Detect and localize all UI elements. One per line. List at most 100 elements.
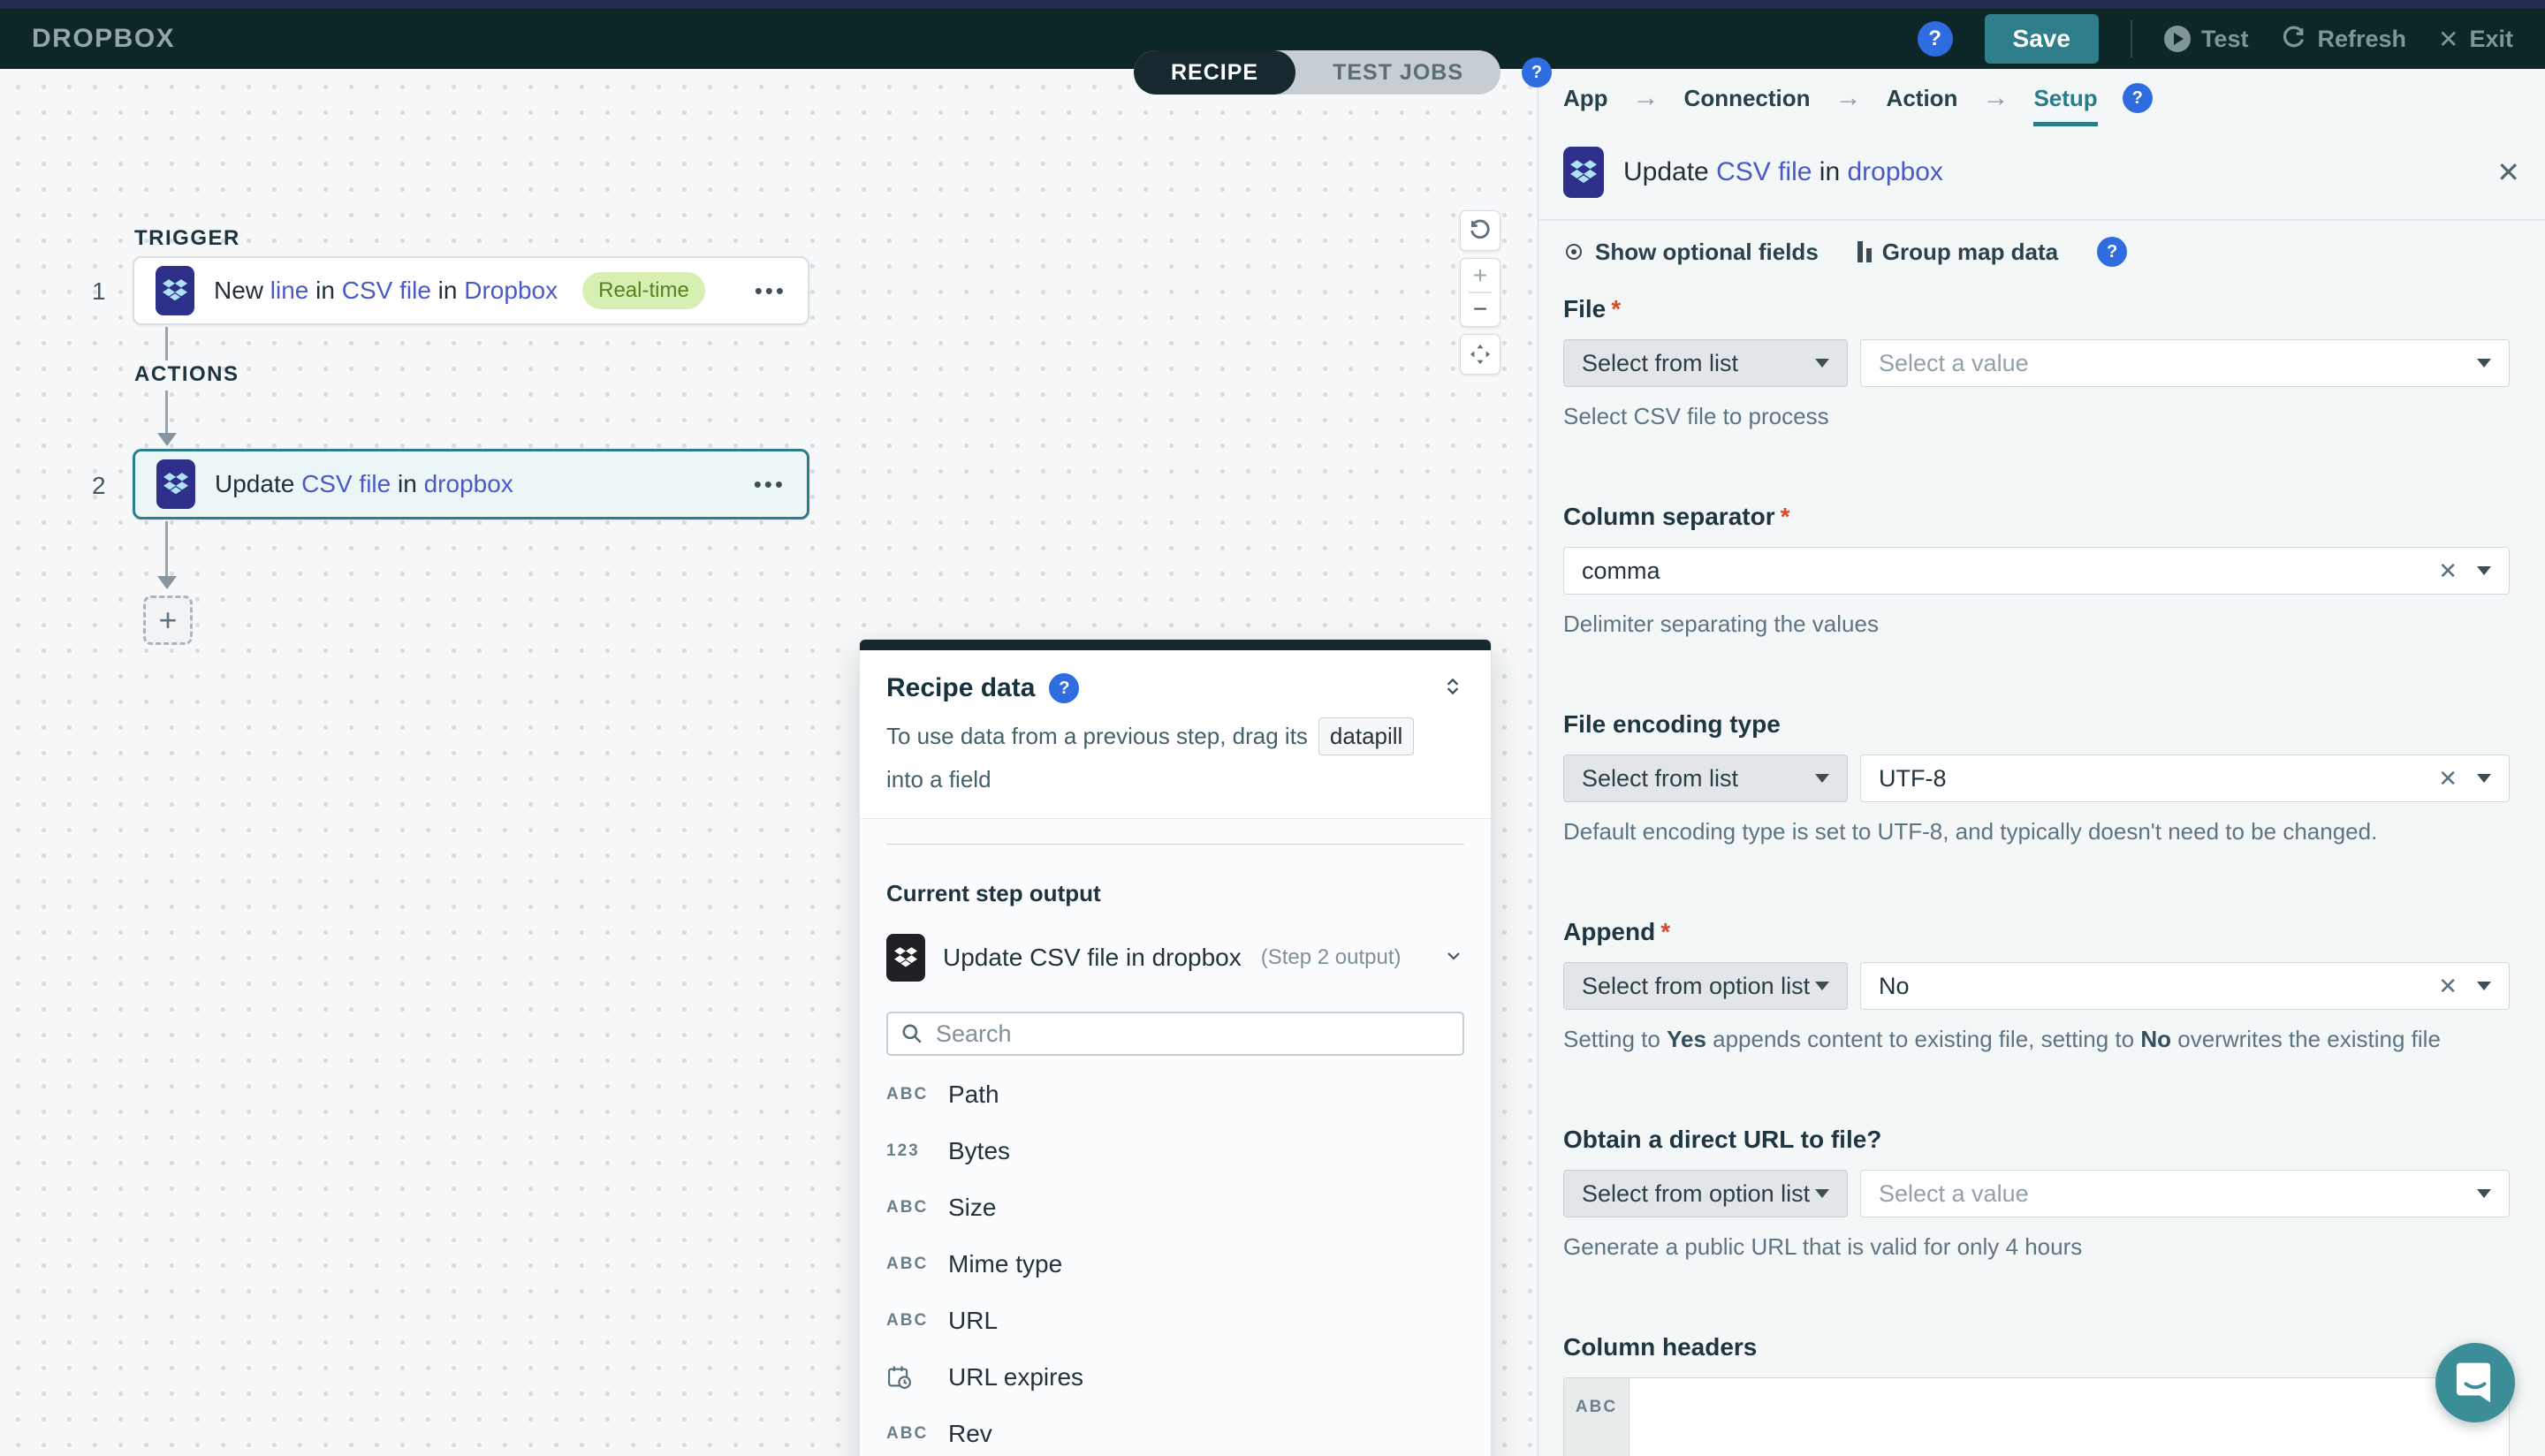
tab-test-jobs[interactable]: TEST JOBS	[1295, 50, 1500, 95]
chevron-down-icon	[1443, 945, 1464, 971]
append-value-select[interactable]: No ✕	[1860, 962, 2510, 1010]
field-label: File encoding type	[1563, 710, 1781, 738]
field-direct-url: Obtain a direct URL to file? Select from…	[1563, 1126, 2510, 1261]
breadcrumb-action[interactable]: Action	[1887, 85, 1958, 112]
options-help-icon[interactable]: ?	[2097, 237, 2128, 267]
group-map-data-button[interactable]: Group map data	[1857, 239, 2058, 266]
encoding-value-select[interactable]: UTF-8 ✕	[1860, 755, 2510, 802]
header-divider	[2130, 20, 2132, 57]
close-panel-button[interactable]: ✕	[2496, 155, 2520, 189]
refresh-icon	[2283, 26, 2305, 48]
caret-down-icon	[2477, 359, 2491, 368]
field-label: Column headers	[1563, 1333, 1758, 1361]
add-step-button[interactable]: +	[143, 595, 193, 645]
datapill-url-expires[interactable]: URL expires	[886, 1349, 1464, 1406]
clear-icon[interactable]: ✕	[2438, 557, 2458, 585]
step1-menu-button[interactable]: •••	[755, 277, 786, 305]
caret-down-icon	[2477, 566, 2491, 575]
action-step-title: Update CSV file in dropbox	[215, 470, 513, 497]
reset-view-button[interactable]	[1460, 210, 1500, 251]
recipe-data-header: Recipe data ? To use data from a previou…	[860, 650, 1491, 819]
required-marker: *	[1660, 918, 1671, 945]
trigger-section-label: TRIGGER	[134, 226, 240, 250]
datapill-mime-type[interactable]: ABC Mime type	[886, 1236, 1464, 1293]
caret-down-icon	[1815, 359, 1829, 368]
group-map-data-icon	[1857, 241, 1872, 262]
current-step-output-row[interactable]: Update CSV file in dropbox (Step 2 outpu…	[886, 934, 1464, 982]
datapill-list: ABC Path 123 Bytes ABC Size ABC Mime typ…	[886, 1066, 1464, 1456]
tabs-help-icon[interactable]: ?	[1522, 57, 1553, 87]
field-help: Setting to Yes appends content to existi…	[1563, 1026, 2441, 1052]
field-file: File * Select from list Select a value Se…	[1563, 295, 2510, 430]
step2-menu-button[interactable]: •••	[754, 471, 786, 498]
breadcrumb-app[interactable]: App	[1563, 85, 1608, 112]
column-separator-input[interactable]: comma ✕	[1563, 547, 2510, 595]
help-icon[interactable]: ?	[1917, 21, 1953, 57]
required-marker: *	[1780, 503, 1790, 530]
arrow-right-icon: →	[1632, 83, 1660, 112]
caret-down-icon	[1815, 982, 1829, 990]
zoom-divider	[1469, 292, 1492, 293]
abc-type-icon: ABC	[886, 1424, 929, 1443]
reset-view-icon	[1470, 219, 1490, 239]
breadcrumb-help-icon[interactable]: ?	[2122, 83, 2153, 113]
breadcrumb-setup[interactable]: Setup	[2033, 85, 2098, 126]
file-value-select[interactable]: Select a value	[1860, 339, 2510, 387]
caret-down-icon	[2477, 1189, 2491, 1198]
action-step-card[interactable]: Update CSV file in dropbox •••	[133, 449, 809, 519]
setup-title-row: Update CSV file in dropbox ✕	[1538, 124, 2545, 219]
datapill-rev[interactable]: ABC Rev	[886, 1406, 1464, 1456]
step2-number: 2	[92, 472, 106, 499]
collapse-expand-icon	[1447, 678, 1459, 694]
collapse-panel-button[interactable]	[1441, 675, 1464, 702]
connector-line	[165, 391, 168, 435]
show-optional-fields-button[interactable]: Show optional fields	[1563, 239, 1819, 266]
append-mode-select[interactable]: Select from option list	[1563, 962, 1848, 1010]
pan-view-button[interactable]	[1460, 334, 1500, 375]
recipe-data-subtitle: To use data from a previous step, drag i…	[886, 717, 1464, 793]
zoom-control[interactable]: + −	[1460, 258, 1500, 327]
recipe-data-panel: Recipe data ? To use data from a previou…	[859, 639, 1492, 1456]
datapill-url[interactable]: ABC URL	[886, 1293, 1464, 1349]
browser-top-strip	[0, 0, 2545, 9]
file-mode-select[interactable]: Select from list	[1563, 339, 1848, 387]
clear-icon[interactable]: ✕	[2438, 973, 2458, 1000]
calendar-clock-icon	[886, 1364, 932, 1391]
recipe-data-help-icon[interactable]: ?	[1049, 673, 1080, 703]
connector-arrow	[157, 576, 177, 589]
exit-button[interactable]: ✕ Exit	[2438, 25, 2513, 54]
setup-breadcrumb: App → Connection → Action → Setup ?	[1538, 69, 2545, 126]
output-step-title: Update CSV file in dropbox	[943, 944, 1242, 971]
zoom-out-button[interactable]: −	[1473, 296, 1487, 322]
test-button[interactable]: Test	[2163, 26, 2248, 53]
refresh-button[interactable]: Refresh	[2280, 26, 2406, 53]
field-label: File *	[1563, 295, 1622, 322]
datapill-bytes[interactable]: 123 Bytes	[886, 1123, 1464, 1179]
encoding-mode-select[interactable]: Select from list	[1563, 755, 1848, 802]
abc-type-icon: ABC	[886, 1085, 929, 1103]
chat-launcher-button[interactable]	[2435, 1343, 2515, 1422]
tab-recipe[interactable]: RECIPE	[1134, 50, 1296, 95]
number-type-icon: 123	[886, 1141, 920, 1160]
datapill-size[interactable]: ABC Size	[886, 1179, 1464, 1236]
datapill-path[interactable]: ABC Path	[886, 1066, 1464, 1123]
column-headers-textarea[interactable]	[1630, 1378, 2509, 1456]
direct-url-mode-select[interactable]: Select from option list	[1563, 1170, 1848, 1217]
save-button[interactable]: Save	[1984, 14, 2099, 64]
direct-url-value-select[interactable]: Select a value	[1860, 1170, 2510, 1217]
field-column-separator: Column separator * comma ✕ Delimiter sepa…	[1563, 503, 2510, 638]
zoom-in-button[interactable]: +	[1473, 262, 1487, 289]
actions-section-label: ACTIONS	[134, 362, 239, 386]
clear-icon[interactable]: ✕	[2438, 765, 2458, 792]
search-input[interactable]	[934, 1019, 1450, 1049]
breadcrumb-connection[interactable]: Connection	[1684, 85, 1811, 112]
action-setup-panel: App → Connection → Action → Setup ? Upda…	[1538, 69, 2545, 1456]
datapill-search[interactable]	[886, 1012, 1464, 1056]
field-label: Append *	[1563, 918, 1671, 945]
required-marker: *	[1611, 295, 1622, 322]
abc-type-icon: ABC	[886, 1198, 929, 1217]
setup-options-row: Show optional fields Group map data ?	[1538, 221, 2545, 284]
trigger-step-card[interactable]: New line in CSV file in Dropbox Real-tim…	[133, 256, 809, 325]
play-icon	[2163, 26, 2191, 52]
field-label: Obtain a direct URL to file?	[1563, 1126, 1882, 1153]
